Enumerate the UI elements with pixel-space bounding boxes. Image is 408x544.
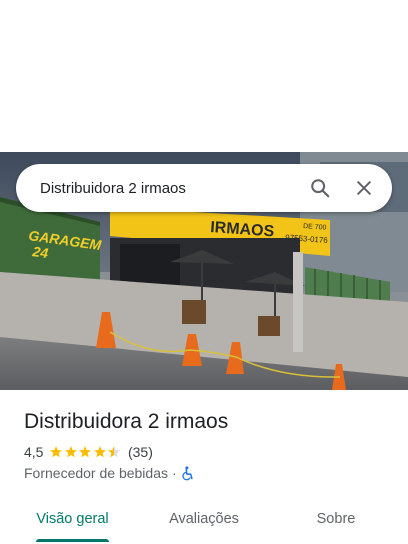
search-button[interactable] — [298, 166, 342, 210]
separator-dot: · — [172, 465, 177, 481]
place-category[interactable]: Fornecedor de bebidas — [24, 465, 168, 481]
star-icon — [65, 446, 77, 458]
map-blank-area — [0, 0, 408, 152]
star-icon — [79, 446, 92, 458]
category-row: Fornecedor de bebidas · — [24, 465, 194, 481]
star-rating — [49, 445, 122, 459]
wheelchair-icon[interactable] — [181, 465, 194, 481]
place-title: Distribuidora 2 irmaos — [24, 410, 229, 433]
review-count[interactable]: (35) — [128, 444, 153, 460]
search-bar[interactable]: Distribuidora 2 irmaos — [16, 164, 392, 212]
active-tab-indicator — [36, 539, 109, 542]
search-icon — [311, 179, 330, 198]
search-input[interactable]: Distribuidora 2 irmaos — [16, 180, 298, 197]
star-icon — [108, 446, 121, 458]
place-tabs: Visão geral Avaliações Sobre — [0, 496, 408, 544]
rating-row[interactable]: 4,5 (35) — [24, 444, 153, 460]
rating-value: 4,5 — [24, 444, 44, 460]
close-icon — [357, 181, 371, 195]
place-info-panel: Distribuidora 2 irmaos 4,5 (35) Forneced… — [0, 390, 408, 544]
tab-reviews[interactable]: Avaliações — [162, 496, 246, 542]
clear-search-button[interactable] — [342, 166, 386, 210]
tab-about[interactable]: Sobre — [310, 496, 362, 542]
star-icon — [50, 446, 63, 458]
garage-sign-line2: 24 — [31, 243, 50, 261]
tab-overview[interactable]: Visão geral — [36, 496, 109, 542]
star-icon — [94, 446, 106, 458]
